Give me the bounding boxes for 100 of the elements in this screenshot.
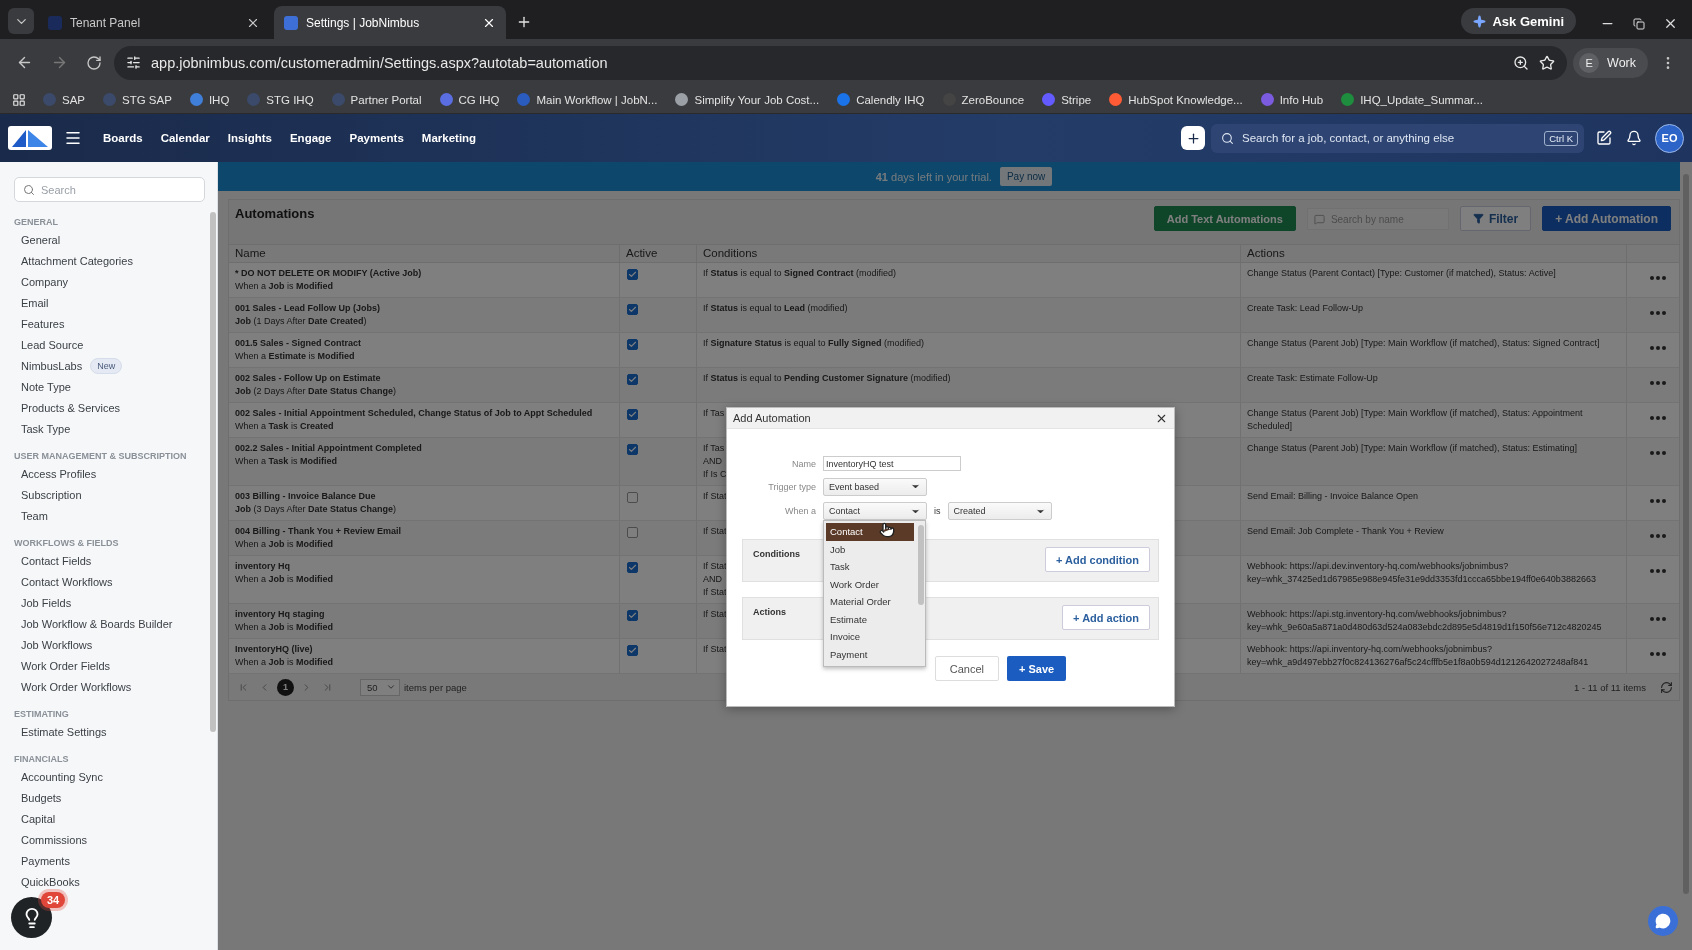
- sidebar-item[interactable]: General: [14, 229, 61, 250]
- active-checkbox[interactable]: [627, 409, 638, 420]
- dropdown-option[interactable]: Task: [826, 558, 914, 576]
- bookmark[interactable]: IHQ_Update_Summar...: [1334, 90, 1490, 109]
- browser-tab[interactable]: Tenant Panel: [38, 6, 270, 39]
- bookmark[interactable]: SAP: [36, 90, 92, 109]
- event-select[interactable]: Created: [947, 502, 1052, 520]
- ask-gemini-button[interactable]: Ask Gemini: [1461, 8, 1576, 34]
- active-checkbox[interactable]: [627, 610, 638, 621]
- page-button[interactable]: 1: [277, 678, 294, 696]
- dropdown-option[interactable]: Material Order: [826, 593, 914, 611]
- menu-icon[interactable]: [64, 129, 82, 147]
- scrollbar-thumb[interactable]: [210, 212, 216, 732]
- edit-icon[interactable]: [1596, 130, 1612, 146]
- sidebar-item[interactable]: Accounting Sync: [14, 766, 103, 787]
- scrollbar-thumb[interactable]: [1683, 174, 1689, 894]
- bookmark[interactable]: Simplify Your Job Cost...: [668, 90, 827, 109]
- add-action-button[interactable]: + Add action: [1062, 605, 1150, 630]
- dropdown-option[interactable]: Invoice: [826, 628, 914, 646]
- nav-link[interactable]: Insights: [218, 132, 281, 144]
- dropdown-option[interactable]: Estimate: [826, 610, 914, 628]
- sidebar-item[interactable]: Products & Services: [14, 397, 121, 418]
- dropdown-option[interactable]: Contact: [826, 523, 914, 541]
- bookmark[interactable]: Calendly IHQ: [830, 90, 932, 109]
- active-checkbox[interactable]: [627, 562, 638, 573]
- bookmark[interactable]: STG IHQ: [240, 90, 321, 109]
- sidebar-item[interactable]: Subscription: [14, 484, 82, 505]
- sidebar-item[interactable]: Budgets: [14, 787, 62, 808]
- close-icon[interactable]: [1663, 16, 1678, 31]
- active-checkbox[interactable]: [627, 269, 638, 280]
- nav-link[interactable]: Engage: [280, 132, 341, 144]
- site-settings-icon[interactable]: [126, 55, 141, 70]
- tab-list-button[interactable]: [8, 8, 34, 34]
- active-checkbox[interactable]: [627, 444, 638, 455]
- dropdown-option[interactable]: Work Order: [826, 575, 914, 593]
- bookmark[interactable]: Main Workflow | JobN...: [510, 90, 665, 109]
- sidebar-item[interactable]: Payments: [14, 850, 70, 871]
- name-field[interactable]: InventoryHQ test: [823, 456, 961, 471]
- notifications-icon[interactable]: [1626, 130, 1642, 146]
- sidebar-item[interactable]: Job Workflow & Boards Builder: [14, 613, 173, 634]
- sidebar-item[interactable]: Note Type: [14, 376, 71, 397]
- bookmark[interactable]: Partner Portal: [324, 90, 429, 109]
- logo-icon[interactable]: [8, 126, 52, 150]
- bookmark[interactable]: STG SAP: [96, 90, 179, 109]
- sidebar-item[interactable]: Contact Workflows: [14, 571, 113, 592]
- save-button[interactable]: + Save: [1007, 656, 1067, 681]
- address-bar[interactable]: app.jobnimbus.com/customeradmin/Settings.aspx?autotab=automation: [114, 45, 1568, 80]
- active-checkbox[interactable]: [627, 645, 638, 656]
- dropdown-option[interactable]: Job: [826, 540, 914, 558]
- nav-link[interactable]: Payments: [340, 132, 413, 144]
- global-search-field[interactable]: Search for a job, contact, or anything else Ctrl K: [1211, 123, 1584, 153]
- sidebar-item[interactable]: Attachment Categories: [14, 250, 133, 271]
- active-checkbox[interactable]: [627, 374, 638, 385]
- chat-button[interactable]: [1648, 906, 1678, 936]
- dropdown-option[interactable]: Payment: [826, 645, 914, 663]
- sidebar-item[interactable]: Task Type: [14, 418, 71, 439]
- reload-icon[interactable]: [86, 54, 102, 71]
- scrollbar-thumb[interactable]: [918, 525, 924, 605]
- sidebar-item[interactable]: NimbusLabs: [21, 359, 83, 372]
- nav-link[interactable]: Calendar: [151, 132, 219, 144]
- sidebar-item[interactable]: Contact Fields: [14, 550, 92, 571]
- zoom-icon[interactable]: [1513, 54, 1530, 71]
- new-tab-icon[interactable]: [516, 14, 532, 30]
- sidebar-item[interactable]: Team: [14, 505, 48, 526]
- sidebar-item[interactable]: Access Profiles: [14, 463, 97, 484]
- bookmark-star-icon[interactable]: [1539, 54, 1556, 71]
- record-type-select[interactable]: Contact: [823, 502, 927, 520]
- nav-link[interactable]: Marketing: [412, 132, 486, 144]
- bookmark[interactable]: ZeroBounce: [935, 90, 1032, 109]
- bookmark[interactable]: HubSpot Knowledge...: [1102, 90, 1250, 109]
- active-checkbox[interactable]: [627, 339, 638, 350]
- bookmark[interactable]: Stripe: [1035, 90, 1099, 109]
- sidebar-item[interactable]: Email: [14, 292, 49, 313]
- active-checkbox[interactable]: [627, 304, 638, 315]
- active-checkbox[interactable]: [627, 527, 638, 538]
- forward-icon[interactable]: [51, 54, 68, 71]
- sidebar-item[interactable]: Job Fields: [14, 592, 72, 613]
- nav-link[interactable]: Boards: [94, 132, 152, 144]
- apps-icon[interactable]: [12, 92, 26, 107]
- sidebar-item[interactable]: Job Workflows: [14, 634, 93, 655]
- bookmark[interactable]: Info Hub: [1253, 90, 1331, 109]
- trigger-type-select[interactable]: Event based: [823, 477, 927, 496]
- sidebar-item[interactable]: Company: [14, 271, 69, 292]
- bookmark[interactable]: IHQ: [182, 90, 237, 109]
- bookmark[interactable]: CG IHQ: [432, 90, 507, 109]
- page-size-select[interactable]: 50: [360, 678, 400, 696]
- add-button[interactable]: [1181, 126, 1205, 150]
- sidebar-item[interactable]: Work Order Workflows: [14, 676, 132, 697]
- user-avatar[interactable]: EO: [1655, 123, 1684, 153]
- active-checkbox[interactable]: [627, 492, 638, 503]
- sidebar-item[interactable]: Capital: [14, 808, 56, 829]
- add-condition-button[interactable]: + Add condition: [1045, 547, 1150, 572]
- sidebar-item[interactable]: Features: [14, 313, 65, 334]
- restore-icon[interactable]: [1633, 17, 1645, 30]
- browser-tab[interactable]: Settings | JobNimbus: [274, 6, 506, 39]
- refresh-icon[interactable]: [1660, 680, 1673, 694]
- cancel-button[interactable]: Cancel: [934, 656, 1000, 681]
- back-icon[interactable]: [16, 54, 33, 71]
- sidebar-item[interactable]: Estimate Settings: [14, 721, 107, 742]
- sidebar-item[interactable]: Work Order Fields: [14, 655, 111, 676]
